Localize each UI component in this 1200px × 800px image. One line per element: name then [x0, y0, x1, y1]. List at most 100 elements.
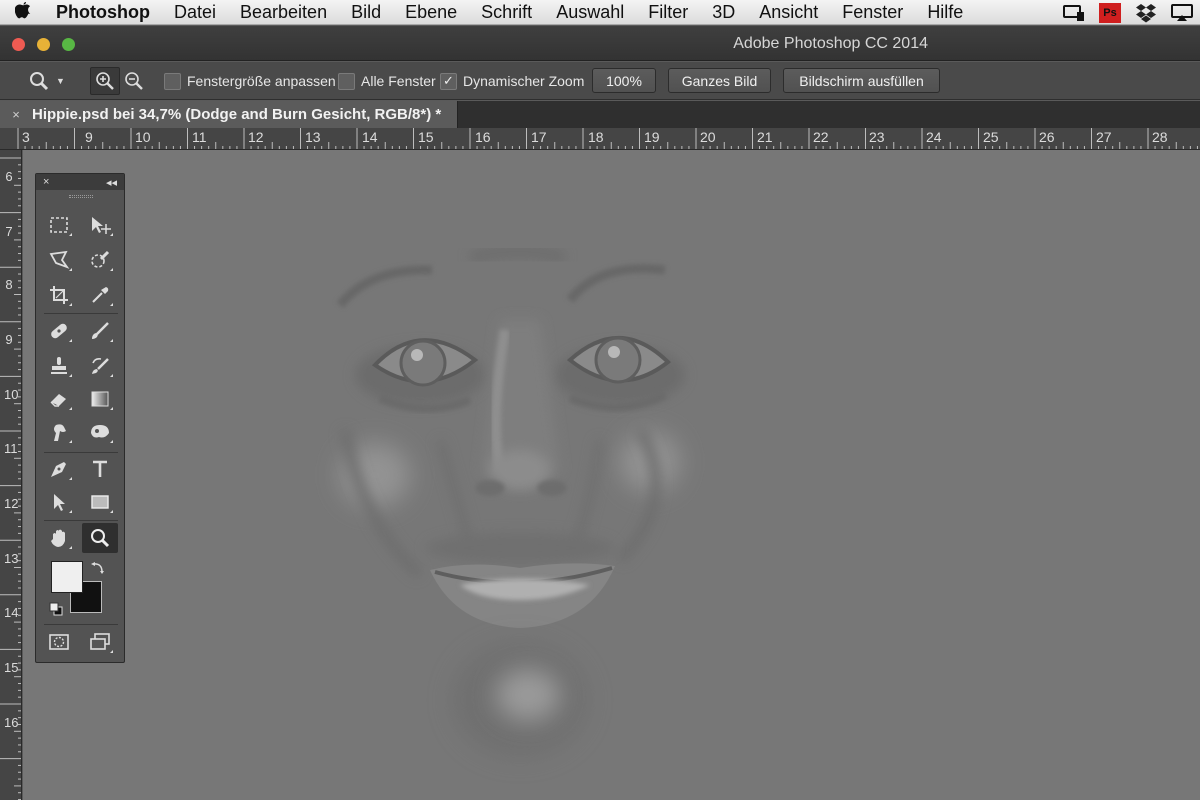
ruler-label: 15 — [418, 129, 434, 145]
rectangle-tool[interactable] — [82, 487, 118, 517]
ruler-label: 14 — [362, 129, 378, 145]
bandage-icon — [51, 323, 67, 339]
all-windows-checkbox[interactable] — [338, 72, 355, 90]
ruler-label: 6 — [5, 169, 13, 184]
all-windows-option[interactable]: Alle Fenster — [338, 62, 436, 100]
pen-tool[interactable] — [41, 454, 77, 484]
horizontal-ruler[interactable]: 3 9 10 11 12 13 14 15 16 17 18 19 20 21 … — [0, 128, 1200, 150]
spot-healing-brush-tool[interactable] — [41, 316, 77, 346]
zoom-out-icon — [125, 72, 143, 90]
menu-3d[interactable]: 3D — [700, 0, 747, 25]
close-tab-icon[interactable]: × — [0, 107, 32, 122]
ruler-label: 22 — [813, 129, 829, 145]
history-brush-icon — [92, 358, 109, 374]
menu-filter[interactable]: Filter — [636, 0, 700, 25]
fill-screen-button[interactable]: Bildschirm ausfüllen — [783, 68, 940, 93]
ruler-label: 16 — [475, 129, 491, 145]
menu-bearbeiten[interactable]: Bearbeiten — [228, 0, 339, 25]
menu-datei[interactable]: Datei — [162, 0, 228, 25]
clone-stamp-tool[interactable] — [41, 351, 77, 381]
brush-icon — [92, 322, 109, 339]
zoom-tool[interactable] — [82, 523, 118, 553]
swap-colors-icon[interactable] — [90, 561, 106, 575]
close-panel-icon[interactable]: × — [43, 176, 49, 188]
hand-tool[interactable] — [41, 523, 77, 553]
smudge-tool[interactable] — [41, 417, 77, 447]
screen-mode-button[interactable] — [82, 627, 118, 657]
zoom-in-button[interactable] — [90, 67, 120, 95]
resize-windows-option[interactable]: Fenstergröße anpassen — [164, 62, 336, 100]
scrubby-zoom-option[interactable]: ✓ Dynamischer Zoom — [440, 62, 584, 100]
menu-ansicht[interactable]: Ansicht — [747, 0, 830, 25]
document-tab[interactable]: × Hippie.psd bei 34,7% (Dodge and Burn G… — [0, 101, 458, 128]
ruler-label: 13 — [305, 129, 321, 145]
quick-mask-button[interactable] — [41, 627, 77, 657]
document-tab-title: Hippie.psd bei 34,7% (Dodge and Burn Ges… — [32, 106, 442, 123]
eraser-tool[interactable] — [41, 384, 77, 414]
rectangular-marquee-tool[interactable] — [41, 210, 77, 240]
document-tabbar: × Hippie.psd bei 34,7% (Dodge and Burn G… — [0, 101, 1200, 128]
polygonal-lasso-tool[interactable] — [41, 245, 77, 275]
ruler-label: 12 — [4, 496, 19, 511]
path-selection-icon — [54, 494, 65, 511]
zoom-tool-icon — [30, 72, 49, 91]
ruler-label: 13 — [4, 551, 19, 566]
vertical-ruler[interactable]: 6 7 8 9 10 11 12 13 14 15 16 — [0, 150, 22, 800]
ruler-label: 26 — [1039, 129, 1055, 145]
dropbox-icon[interactable] — [1128, 0, 1164, 25]
resize-windows-label: Fenstergröße anpassen — [187, 73, 336, 89]
airplay-icon[interactable] — [1164, 0, 1200, 25]
path-selection-tool[interactable] — [41, 487, 77, 517]
ruler-label: 9 — [85, 129, 93, 145]
ruler-label: 12 — [248, 129, 264, 145]
menu-auswahl[interactable]: Auswahl — [544, 0, 636, 25]
zoom-window-button[interactable] — [62, 38, 75, 51]
tools-panel-header[interactable]: × ◂◂ — [36, 174, 124, 190]
apple-icon[interactable] — [0, 1, 46, 24]
ruler-label: 27 — [1096, 129, 1112, 145]
menu-fenster[interactable]: Fenster — [830, 0, 915, 25]
mac-menubar: Photoshop Datei Bearbeiten Bild Ebene Sc… — [0, 0, 1200, 25]
zoom-out-button[interactable] — [124, 62, 144, 100]
dodge-tool[interactable] — [82, 417, 118, 447]
tools-divider — [44, 452, 118, 453]
collapse-panel-icon[interactable]: ◂◂ — [106, 176, 117, 189]
eyedropper-tool[interactable] — [82, 280, 118, 310]
eyedropper-icon — [92, 287, 109, 303]
minimize-window-button[interactable] — [37, 38, 50, 51]
ruler-label: 7 — [5, 224, 13, 239]
crop-tool[interactable] — [41, 280, 77, 310]
menu-ebene[interactable]: Ebene — [393, 0, 469, 25]
ruler-label: 23 — [869, 129, 885, 145]
brush-tool[interactable] — [82, 316, 118, 346]
ruler-label: 10 — [4, 387, 19, 402]
move-tool[interactable] — [82, 210, 118, 240]
close-window-button[interactable] — [12, 38, 25, 51]
tools-panel: × ◂◂ — [35, 173, 125, 663]
history-brush-tool[interactable] — [82, 351, 118, 381]
gradient-tool[interactable] — [82, 384, 118, 414]
quick-selection-tool[interactable] — [82, 245, 118, 275]
tool-preset-picker[interactable]: ▼ — [28, 62, 65, 100]
type-tool[interactable] — [82, 454, 118, 484]
menu-hilfe[interactable]: Hilfe — [915, 0, 975, 25]
ruler-label: 11 — [192, 129, 207, 145]
menu-app-name[interactable]: Photoshop — [46, 0, 162, 25]
display-icon[interactable] — [1056, 0, 1092, 25]
stamp-icon — [51, 357, 67, 374]
menu-bild[interactable]: Bild — [339, 0, 393, 25]
photoshop-app: Photoshop Datei Bearbeiten Bild Ebene Sc… — [0, 0, 1200, 800]
panel-grip[interactable] — [69, 195, 93, 198]
menu-schrift[interactable]: Schrift — [469, 0, 544, 25]
resize-windows-checkbox[interactable] — [164, 72, 181, 90]
ruler-label: 18 — [588, 129, 604, 145]
scrubby-zoom-checkbox[interactable]: ✓ — [440, 72, 457, 90]
document-canvas[interactable] — [23, 150, 1200, 800]
tools-divider — [44, 313, 118, 314]
foreground-color-swatch[interactable] — [51, 561, 83, 593]
app-badge-icon[interactable]: Ps — [1092, 0, 1128, 25]
ruler-label: 10 — [135, 129, 151, 145]
fit-screen-button[interactable]: Ganzes Bild — [668, 68, 771, 93]
zoom-100-button[interactable]: 100% — [592, 68, 656, 93]
default-colors-icon[interactable] — [49, 602, 63, 616]
